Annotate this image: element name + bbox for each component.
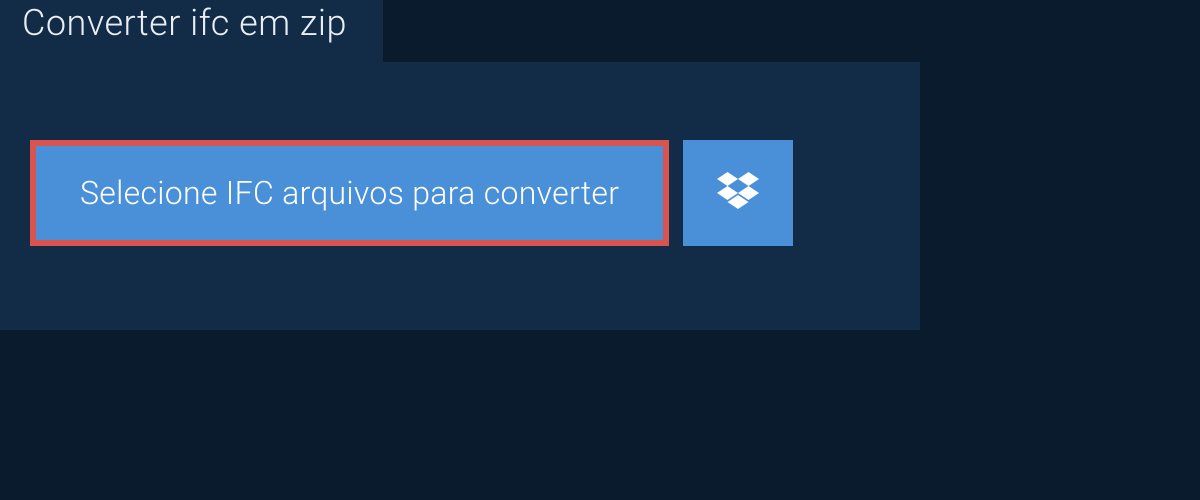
- select-files-button-label: Selecione IFC arquivos para converter: [80, 174, 619, 212]
- converter-tab-title: Converter ifc em zip: [22, 2, 347, 44]
- action-button-row: Selecione IFC arquivos para converter: [30, 140, 793, 246]
- select-files-button[interactable]: Selecione IFC arquivos para converter: [30, 140, 669, 246]
- dropbox-icon: [717, 172, 759, 214]
- converter-panel: Converter ifc em zip Selecione IFC arqui…: [0, 62, 920, 330]
- converter-tab: Converter ifc em zip: [0, 0, 383, 62]
- dropbox-button[interactable]: [683, 140, 793, 246]
